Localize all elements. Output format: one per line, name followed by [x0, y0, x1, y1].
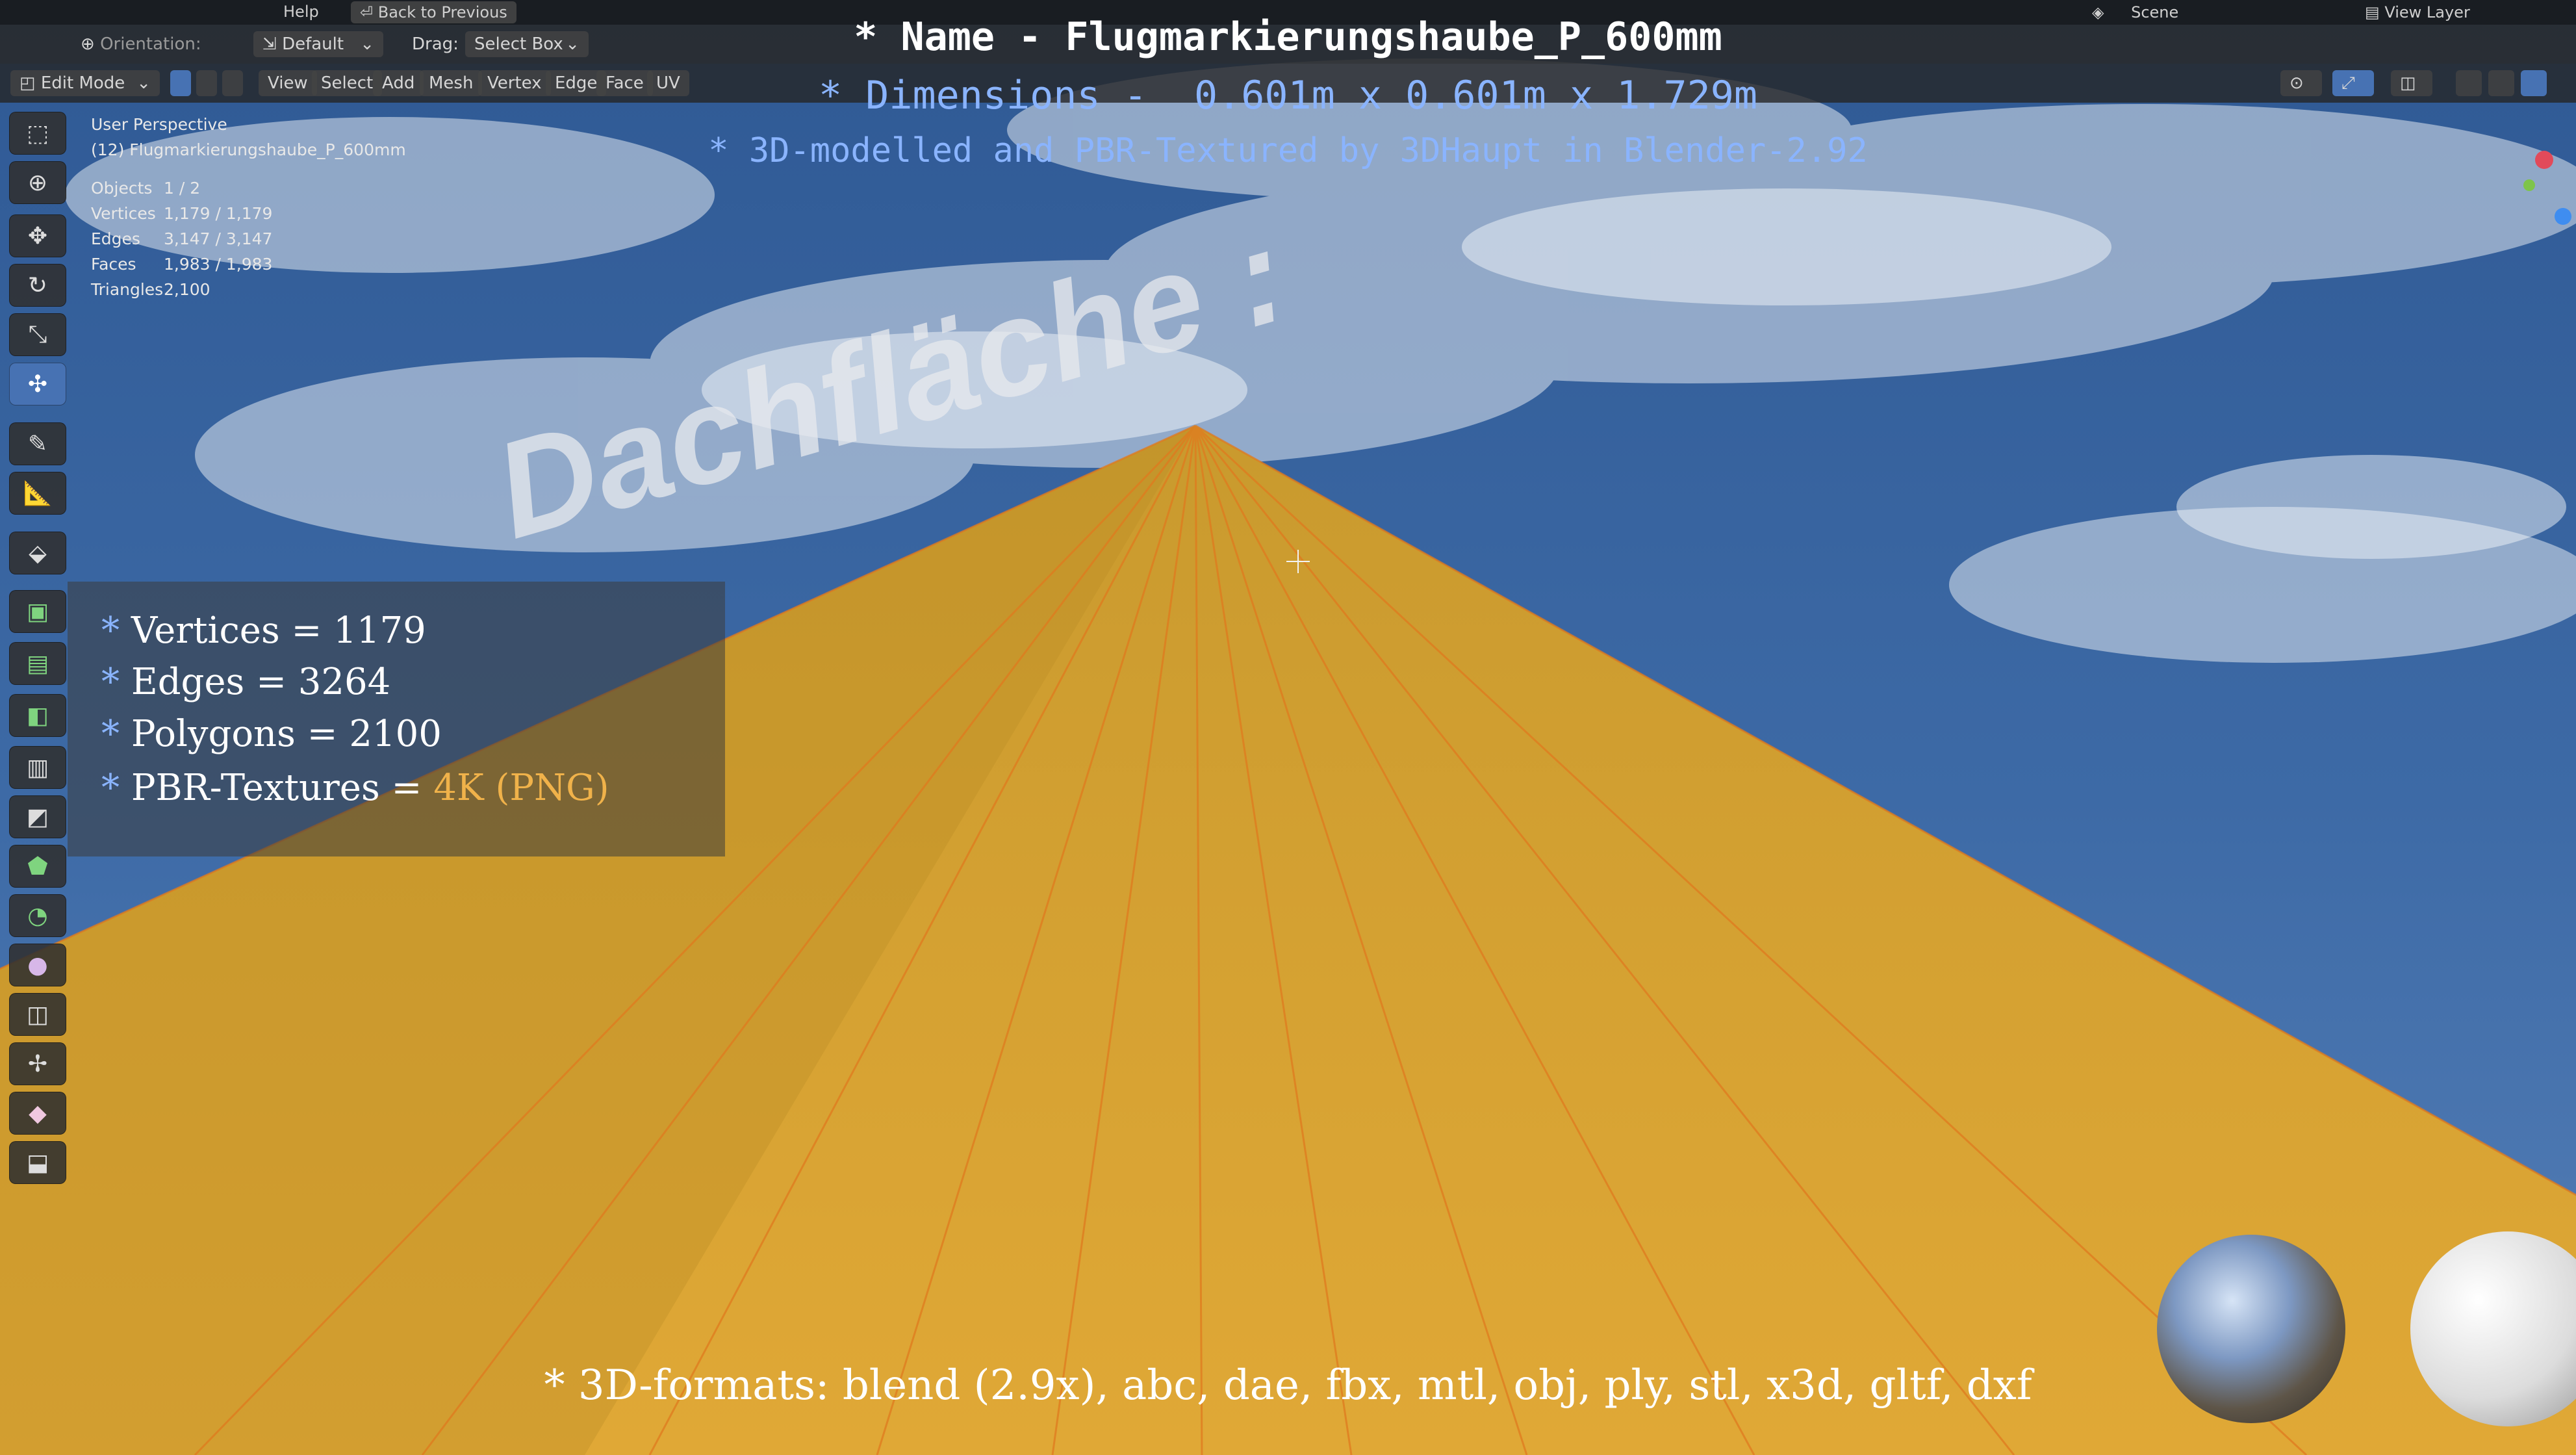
loop-cut-tool[interactable]: ▥	[9, 746, 66, 789]
spin-icon: ◔	[27, 902, 48, 929]
smooth-icon: ●	[27, 951, 48, 979]
bevel-tool[interactable]: ◧	[9, 694, 66, 737]
tool-shelf: ⬚ ⊕ ✥ ↻ ⤡ ✣ ✎ 📐 ⬙ ▣ ▤ ◧ ▥ ◩ ⬟ ◔ ● ◫ ✢ ◆ …	[9, 112, 69, 1245]
cursor-icon: ⊕	[27, 169, 48, 196]
info-vertices: * Vertices = 1179	[101, 610, 426, 652]
transform-tool[interactable]: ✣	[9, 363, 66, 406]
move-tool[interactable]: ✥	[9, 214, 66, 257]
add-cube-tool[interactable]: ⬙	[9, 532, 66, 574]
stat-faces: Faces 1,983 / 1,983	[91, 255, 273, 274]
measure-tool[interactable]: 📐	[9, 472, 66, 515]
inset-icon: ▤	[26, 650, 49, 677]
mesh-info-box: * Vertices = 1179 * Edges = 3264 * Polyg…	[68, 582, 725, 856]
transform-icon: ✣	[27, 370, 48, 398]
3d-cursor-icon	[1286, 550, 1310, 573]
edge-slide-tool[interactable]: ◫	[9, 993, 66, 1036]
overlay-formats-line: * 3D-formats: blend (2.9x), abc, dae, fb…	[544, 1361, 2032, 1410]
move-icon: ✥	[27, 222, 48, 250]
loop-cut-icon: ▥	[26, 754, 49, 781]
rotate-icon: ↻	[27, 272, 48, 299]
annotate-tool[interactable]: ✎	[9, 422, 66, 465]
shrink-fatten-icon: ✢	[27, 1050, 48, 1077]
gizmo-x-axis-icon[interactable]	[2535, 151, 2553, 169]
overlay-credit-line: * 3D-modelled and PBR-Textured by 3DHaup…	[708, 131, 1868, 170]
rotate-tool[interactable]: ↻	[9, 264, 66, 307]
poly-build-tool[interactable]: ⬟	[9, 845, 66, 888]
stat-vertices: Vertices 1,179 / 1,179	[91, 204, 273, 223]
knife-icon: ◩	[26, 803, 49, 831]
info-polygons: * Polygons = 2100	[101, 713, 442, 755]
shrink-fatten-tool[interactable]: ✢	[9, 1042, 66, 1085]
overlay-name-line: * Name - Flugmarkierungshaube_P_600mm	[854, 14, 1722, 60]
shear-icon: ◆	[29, 1100, 47, 1127]
extrude-tool[interactable]: ▣	[9, 590, 66, 633]
inset-tool[interactable]: ▤	[9, 642, 66, 685]
smooth-tool[interactable]: ●	[9, 944, 66, 986]
stat-edges: Edges 3,147 / 3,147	[91, 229, 273, 248]
scale-tool[interactable]: ⤡	[9, 313, 66, 356]
bevel-icon: ◧	[26, 702, 49, 729]
spin-tool[interactable]: ◔	[9, 894, 66, 937]
scale-icon: ⤡	[28, 321, 47, 348]
measure-icon: 📐	[23, 480, 53, 507]
gizmo-y-axis-icon[interactable]	[2523, 179, 2535, 191]
add-cube-icon: ⬙	[29, 539, 47, 567]
overlay-dimensions-line: * Dimensions - 0.601m x 0.601m x 1.729m	[819, 73, 1757, 118]
navigation-gizmo[interactable]	[2521, 117, 2573, 234]
shear-tool[interactable]: ◆	[9, 1092, 66, 1135]
stat-triangles: Triangles 2,100	[91, 280, 210, 299]
info-pbr-textures: * PBR-Textures = 4K (PNG)	[101, 767, 609, 809]
rip-region-icon: ⬓	[26, 1149, 49, 1176]
rip-region-tool[interactable]: ⬓	[9, 1141, 66, 1184]
extrude-icon: ▣	[26, 598, 49, 625]
edge-slide-icon: ◫	[26, 1001, 49, 1028]
annotate-icon: ✎	[27, 430, 48, 457]
gizmo-z-axis-icon[interactable]	[2555, 208, 2571, 225]
info-edges: * Edges = 3264	[101, 661, 391, 703]
knife-tool[interactable]: ◩	[9, 795, 66, 838]
stat-objects: Objects 1 / 2	[91, 179, 201, 198]
poly-build-icon: ⬟	[27, 853, 48, 880]
